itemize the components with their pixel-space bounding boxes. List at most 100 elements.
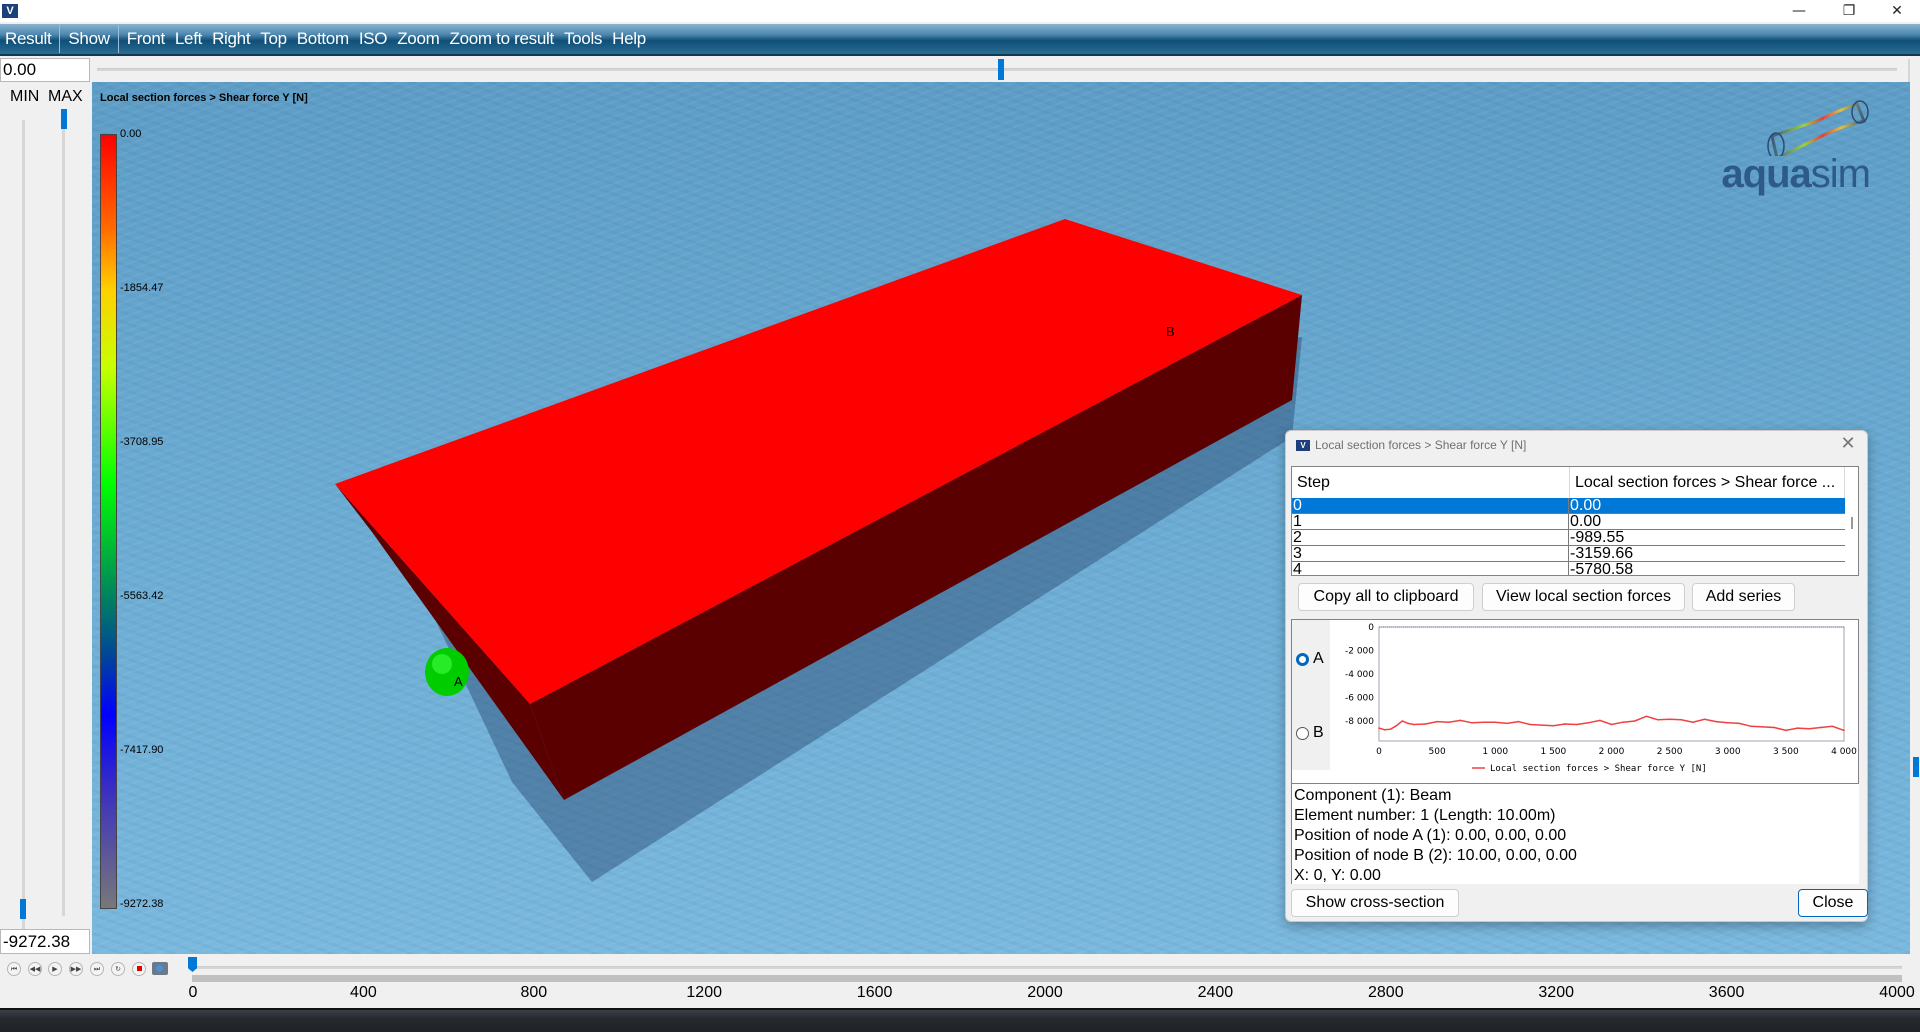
menu-right[interactable]: Right xyxy=(207,23,255,55)
data-point xyxy=(1529,723,1531,726)
x-tick-label: 4 000 xyxy=(1831,747,1857,757)
menu-iso[interactable]: ISO xyxy=(354,23,392,55)
data-point xyxy=(1471,721,1473,724)
radio-node-b[interactable]: B xyxy=(1296,724,1324,742)
menu-bottom[interactable]: Bottom xyxy=(292,23,354,55)
play-icon[interactable]: ▶ xyxy=(48,962,62,976)
menu-show[interactable]: Show xyxy=(63,23,114,55)
data-point xyxy=(1819,726,1822,729)
data-point xyxy=(1378,727,1380,729)
table-scrollbar[interactable] xyxy=(1851,517,1853,529)
min-slider-track[interactable] xyxy=(22,120,25,940)
timeline-thumb[interactable] xyxy=(188,957,197,972)
node-a-highlight xyxy=(432,654,452,674)
minimize-icon: — xyxy=(1792,3,1806,19)
data-point xyxy=(1384,729,1386,731)
data-point xyxy=(1401,720,1404,722)
x-tick-label: 500 xyxy=(1429,747,1446,757)
data-point xyxy=(1395,724,1398,727)
restore-button[interactable]: ❐ xyxy=(1826,0,1872,22)
section-forces-dialog: V Local section forces > Shear force Y [… xyxy=(1285,430,1868,922)
dialog-title: Local section forces > Shear force Y [N] xyxy=(1315,438,1527,452)
shear-force-chart[interactable]: 0 -2 000 -4 000 -6 000 -8 000 0 500 1 000 1 500 2… xyxy=(1332,620,1857,780)
data-point xyxy=(1750,725,1752,728)
column-header-value[interactable]: Local section forces > Shear force ... xyxy=(1570,467,1845,498)
menu-left[interactable]: Left xyxy=(170,23,207,55)
info-cursor-xy: X: 0, Y: 0.00 xyxy=(1294,867,1381,884)
max-value-input[interactable]: 0.00 xyxy=(0,58,90,82)
timeline-tick-label: 2000 xyxy=(1027,984,1063,1001)
skip-to-end-icon[interactable]: ⏭ xyxy=(90,962,104,976)
table-row[interactable]: 3 -3159.66 xyxy=(1292,546,1845,562)
node-a-label: A xyxy=(454,674,463,689)
table-row[interactable]: 1 0.00 xyxy=(1292,514,1845,530)
aquasim-app-icon: V xyxy=(2,4,18,18)
loop-icon[interactable]: ↻ xyxy=(111,962,125,976)
data-point xyxy=(1610,723,1613,726)
timeline-tick-label: 2400 xyxy=(1197,984,1234,1001)
copy-all-button[interactable]: Copy all to clipboard xyxy=(1298,583,1474,611)
min-slider-thumb[interactable] xyxy=(20,899,26,919)
dialog-title-bar: V Local section forces > Shear force Y [… xyxy=(1296,438,1526,452)
timeline-tick-label: 0 xyxy=(188,984,198,1001)
data-point xyxy=(1436,720,1438,723)
menu-top[interactable]: Top xyxy=(255,23,292,55)
table-row[interactable]: 0 0.00 xyxy=(1292,498,1845,514)
timeline-tick-label: 1200 xyxy=(686,984,722,1001)
menu-help[interactable]: Help xyxy=(607,23,651,55)
radio-node-a[interactable]: A xyxy=(1296,650,1324,668)
record-icon[interactable] xyxy=(132,962,146,976)
data-point xyxy=(1407,722,1409,725)
top-slider-bar: 0.00 xyxy=(0,57,1920,84)
top-slider-thumb[interactable] xyxy=(998,59,1004,80)
timeline-tick-label: 1600 xyxy=(856,984,893,1001)
max-slider-thumb[interactable] xyxy=(61,109,67,129)
legend-tick: -9272.38 xyxy=(120,898,164,910)
y-tick-label: -8 000 xyxy=(1345,717,1374,727)
data-point xyxy=(1482,721,1485,723)
dialog-close-button[interactable]: ✕ xyxy=(1835,433,1861,455)
column-header-step[interactable]: Step xyxy=(1292,467,1570,498)
info-node-a-position: Position of node A (1): 0.00, 0.00, 0.00 xyxy=(1294,827,1567,844)
data-point xyxy=(1703,718,1706,721)
data-point xyxy=(1761,726,1764,728)
menu-result[interactable]: Result xyxy=(0,23,56,55)
data-point xyxy=(1796,727,1799,729)
menu-tools[interactable]: Tools xyxy=(559,23,607,55)
timeline-track[interactable] xyxy=(192,966,1902,969)
table-row[interactable]: 4 -5780.58 xyxy=(1292,562,1845,575)
fast-forward-icon[interactable]: ▶▶ xyxy=(69,962,83,976)
table-row[interactable]: 2 -989.55 xyxy=(1292,530,1845,546)
skip-to-start-icon[interactable]: ⏮ xyxy=(7,962,21,976)
data-point xyxy=(1692,721,1694,723)
view-local-section-forces-button[interactable]: View local section forces xyxy=(1482,583,1685,611)
legend-title: Local section forces > Shear force Y [N] xyxy=(100,92,308,104)
results-table[interactable]: Step Local section forces > Shear force … xyxy=(1291,466,1859,576)
close-icon: ✕ xyxy=(1891,3,1903,19)
camera-icon[interactable] xyxy=(152,962,168,975)
data-point xyxy=(1843,729,1845,732)
close-window-button[interactable]: ✕ xyxy=(1874,0,1920,22)
menu-zoom-to-result[interactable]: Zoom to result xyxy=(444,23,558,55)
show-cross-section-button[interactable]: Show cross-section xyxy=(1291,889,1459,917)
menu-front[interactable]: Front xyxy=(122,23,170,55)
add-series-button[interactable]: Add series xyxy=(1692,583,1795,611)
data-point xyxy=(1657,719,1659,721)
menu-separator xyxy=(59,25,61,53)
close-button[interactable]: Close xyxy=(1798,889,1868,917)
taskbar xyxy=(0,1008,1920,1032)
data-point xyxy=(1540,724,1543,726)
data-point xyxy=(1808,727,1810,730)
top-slider-track[interactable] xyxy=(97,68,1897,71)
max-slider-track[interactable] xyxy=(62,116,65,916)
element-info-panel: Component (1): Beam Element number: 1 (L… xyxy=(1291,784,1859,884)
min-value-input[interactable]: -9272.38 xyxy=(0,929,90,954)
data-point xyxy=(1773,726,1776,729)
minimize-button[interactable]: — xyxy=(1776,0,1822,22)
rewind-icon[interactable]: ◀◀ xyxy=(28,962,42,976)
data-point xyxy=(1622,721,1624,723)
right-slider-thumb[interactable] xyxy=(1913,757,1919,777)
aquasim-dialog-icon: V xyxy=(1296,439,1310,451)
x-tick-label: 2 000 xyxy=(1599,747,1625,757)
menu-zoom[interactable]: Zoom xyxy=(392,23,444,55)
